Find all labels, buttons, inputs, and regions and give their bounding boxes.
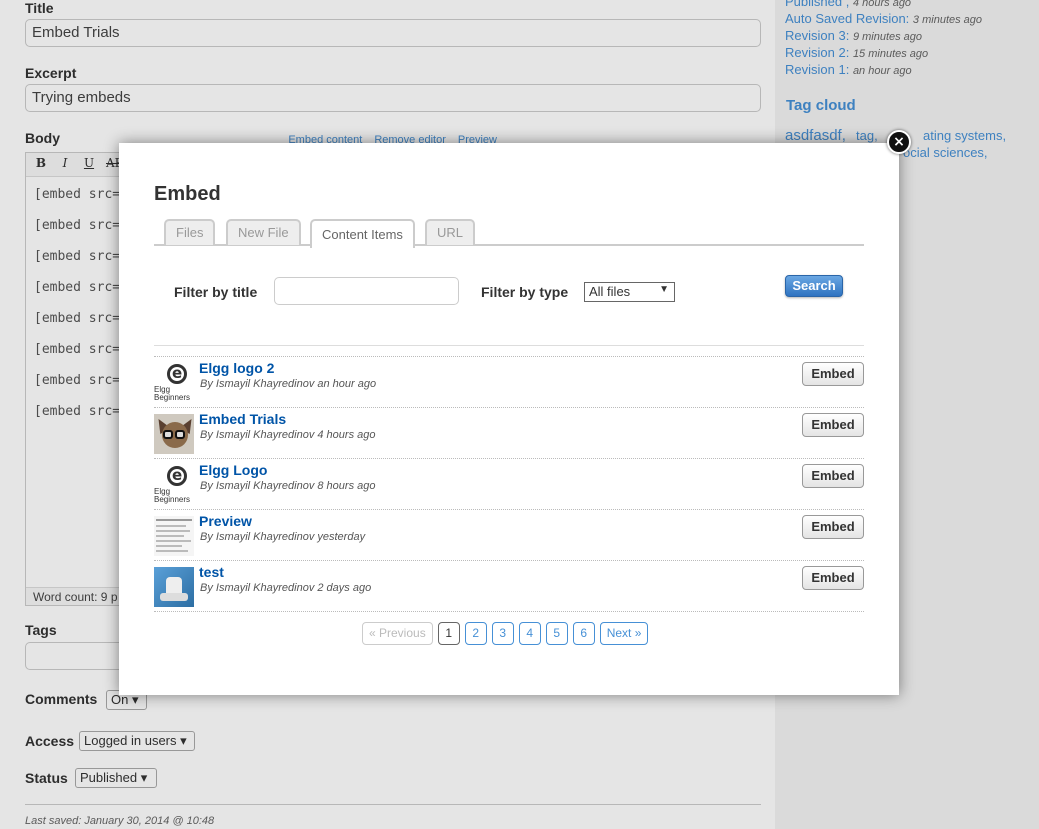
embed-dialog: Embed Files New File Content Items URL F…	[119, 143, 899, 695]
elgg-logo-icon: e Elgg Beginners	[154, 465, 194, 505]
document-icon	[154, 516, 194, 556]
document-preview-thumbnail[interactable]	[154, 516, 194, 556]
list-item: test By Ismayil Khayredinov 2 days ago E…	[154, 560, 864, 611]
item-meta: By Ismayil Khayredinov an hour ago	[200, 378, 377, 390]
filter-type-label: Filter by type	[481, 284, 569, 300]
embed-button[interactable]: Embed	[802, 515, 864, 539]
dialog-title: Embed	[154, 183, 221, 205]
embed-button[interactable]: Embed	[802, 566, 864, 590]
tab-new-file[interactable]: New File	[226, 219, 301, 245]
embed-button[interactable]: Embed	[802, 413, 864, 437]
dropdown-arrow-icon: ▼	[659, 284, 669, 295]
item-title-link[interactable]: Elgg Logo	[199, 462, 267, 478]
filter-type-select[interactable]: All files ▼	[584, 282, 675, 302]
search-button[interactable]: Search	[785, 275, 843, 297]
embed-tabs: Files New File Content Items URL	[154, 219, 864, 248]
tab-content-items[interactable]: Content Items	[310, 219, 415, 248]
robot-image-thumbnail[interactable]	[154, 567, 194, 607]
item-meta: By Ismayil Khayredinov 8 hours ago	[200, 480, 376, 492]
previous-page-button[interactable]: « Previous	[362, 622, 433, 645]
page-5-button[interactable]: 5	[545, 622, 568, 645]
item-title-link[interactable]: Preview	[199, 513, 252, 529]
page-1-button[interactable]: 1	[437, 622, 460, 645]
item-meta: By Ismayil Khayredinov yesterday	[200, 531, 366, 543]
page-4-button[interactable]: 4	[518, 622, 541, 645]
elgg-logo-thumbnail[interactable]: e Elgg Beginners	[154, 465, 194, 505]
tab-url[interactable]: URL	[425, 219, 476, 245]
embed-button[interactable]: Embed	[802, 362, 864, 386]
filter-title-label: Filter by title	[174, 284, 258, 300]
page-2-button[interactable]: 2	[464, 622, 487, 645]
elgg-logo-icon: e Elgg Beginners	[154, 363, 194, 403]
elgg-logo-thumbnail[interactable]: e Elgg Beginners	[154, 363, 194, 403]
item-title-link[interactable]: test	[199, 564, 224, 580]
list-item: Embed Trials By Ismayil Khayredinov 4 ho…	[154, 407, 864, 458]
item-title-link[interactable]: Embed Trials	[199, 411, 286, 427]
list-item: e Elgg Beginners Elgg logo 2 By Ismayil K…	[154, 356, 864, 407]
item-title-link[interactable]: Elgg logo 2	[199, 360, 274, 376]
list-item: e Elgg Beginners Elgg Logo By Ismayil Kha…	[154, 458, 864, 509]
page-6-button[interactable]: 6	[572, 622, 595, 645]
robot-image-icon	[154, 567, 194, 607]
list-item: Preview By Ismayil Khayredinov yesterday…	[154, 509, 864, 560]
filter-title-input[interactable]	[274, 277, 459, 305]
pagination: « Previous 1 2 3 4 5 6 Next »	[362, 622, 649, 645]
dog-image-icon	[154, 414, 194, 454]
page-3-button[interactable]: 3	[491, 622, 514, 645]
tab-files[interactable]: Files	[164, 219, 216, 245]
embed-button[interactable]: Embed	[802, 464, 864, 488]
item-meta: By Ismayil Khayredinov 4 hours ago	[200, 429, 376, 441]
list-divider	[154, 345, 864, 346]
list-divider	[154, 611, 864, 612]
next-page-button[interactable]: Next »	[599, 622, 649, 645]
close-icon[interactable]: ×	[887, 130, 911, 154]
dog-photo-thumbnail[interactable]	[154, 414, 194, 454]
item-meta: By Ismayil Khayredinov 2 days ago	[200, 582, 372, 594]
